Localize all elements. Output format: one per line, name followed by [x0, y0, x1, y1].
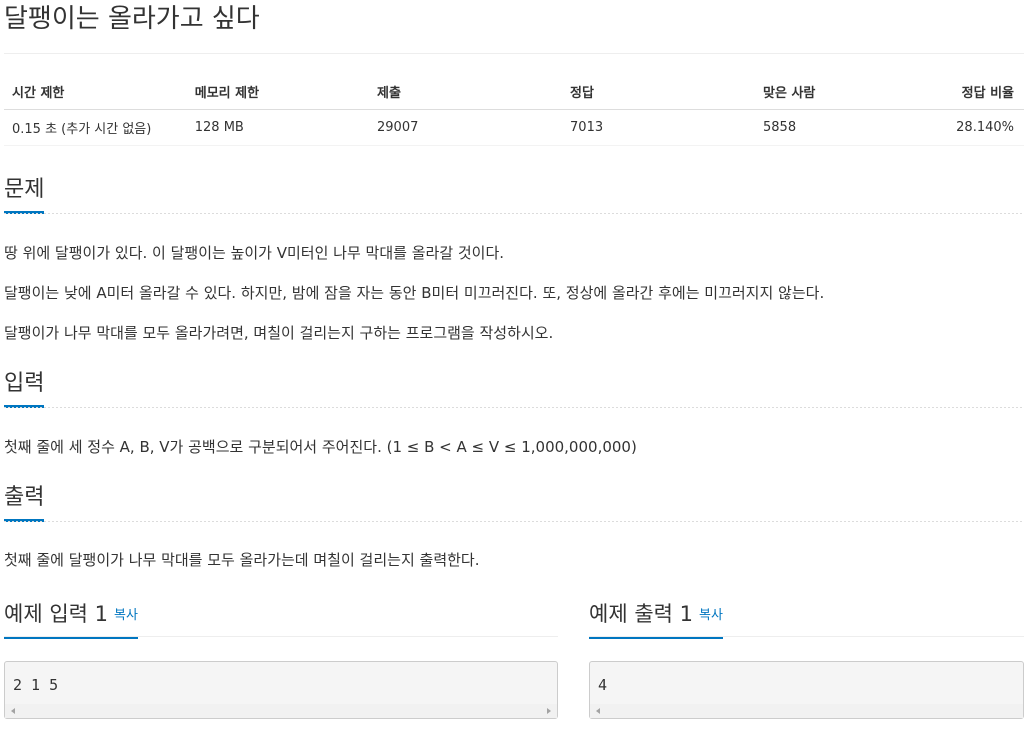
sample-input-heading-label: 예제 입력 1 복사	[4, 599, 138, 639]
scroll-left-arrow-icon[interactable]	[11, 708, 15, 714]
info-header-time-limit: 시간 제한	[4, 74, 187, 110]
sample-input-content: 2 1 5	[13, 676, 59, 694]
sample-output-heading-rule	[589, 636, 1024, 637]
info-header-submissions: 제출	[369, 74, 563, 110]
title-divider	[4, 53, 1024, 54]
problem-title: 달팽이는 올라가고 싶다	[4, 4, 260, 34]
output-heading-rule	[4, 521, 1024, 522]
info-value-accept-ratio: 28.140%	[948, 109, 1024, 146]
info-value-row: 0.15 초 (추가 시간 없음) 128 MB 29007 7013 5858…	[4, 109, 1024, 146]
info-header-solved-users: 맞은 사람	[755, 74, 949, 110]
info-value-memory-limit: 128 MB	[186, 109, 369, 146]
description-heading-label: 문제	[4, 175, 45, 214]
info-header-accepted: 정답	[562, 74, 755, 110]
sample-input-heading: 예제 입력 1 복사	[4, 599, 558, 639]
info-value-accepted: 7013	[562, 109, 755, 146]
sample-input-heading-rule	[4, 636, 558, 637]
sample-input-copy-button[interactable]: 복사	[114, 608, 138, 623]
output-section-heading: 출력	[4, 483, 1024, 523]
sample-output-heading-text: 예제 출력 1	[589, 602, 693, 626]
info-header-row: 시간 제한 메모리 제한 제출 정답 맞은 사람 정답 비율	[4, 74, 1024, 110]
info-value-solved-users: 5858	[755, 109, 949, 146]
description-paragraph-1: 땅 위에 달팽이가 있다. 이 달팽이는 높이가 V미터인 나무 막대를 올라갈…	[4, 244, 505, 262]
info-value-time-limit: 0.15 초 (추가 시간 없음)	[4, 109, 187, 146]
info-value-submissions: 29007	[369, 109, 563, 146]
sample-input-horizontal-scrollbar[interactable]	[5, 704, 557, 718]
sample-output-content: 4	[598, 676, 608, 694]
description-paragraph-3: 달팽이가 나무 막대를 모두 올라가려면, 며칠이 걸리는지 구하는 프로그램을…	[4, 324, 554, 342]
sample-output-copy-button[interactable]: 복사	[699, 608, 723, 623]
output-paragraph-1: 첫째 줄에 달팽이가 나무 막대를 모두 올라가는데 며칠이 걸리는지 출력한다…	[4, 551, 480, 569]
input-section-heading: 입력	[4, 369, 1024, 409]
sample-output-code-box[interactable]: 4	[589, 661, 1024, 719]
sample-output-horizontal-scrollbar[interactable]	[590, 704, 1023, 718]
info-header-accept-ratio: 정답 비율	[948, 74, 1024, 110]
sample-input-code-box[interactable]: 2 1 5	[4, 661, 558, 719]
input-heading-rule	[4, 407, 1024, 408]
description-heading-rule	[4, 213, 1024, 214]
input-paragraph-1: 첫째 줄에 세 정수 A, B, V가 공백으로 구분되어서 주어진다. (1 …	[4, 438, 637, 456]
sample-input-heading-text: 예제 입력 1	[4, 602, 108, 626]
input-heading-label: 입력	[4, 369, 45, 408]
sample-output-heading-label: 예제 출력 1 복사	[589, 599, 723, 639]
scroll-left-arrow-icon[interactable]	[596, 708, 600, 714]
description-paragraph-2: 달팽이는 낮에 A미터 올라갈 수 있다. 하지만, 밤에 잠을 자는 동안 B…	[4, 284, 825, 302]
output-heading-label: 출력	[4, 483, 45, 522]
description-section-heading: 문제	[4, 175, 1024, 215]
sample-output-heading: 예제 출력 1 복사	[589, 599, 1024, 639]
problem-info-table: 시간 제한 메모리 제한 제출 정답 맞은 사람 정답 비율 0.15 초 (추…	[4, 74, 1024, 146]
scroll-right-arrow-icon[interactable]	[547, 708, 551, 714]
info-header-memory-limit: 메모리 제한	[186, 74, 369, 110]
